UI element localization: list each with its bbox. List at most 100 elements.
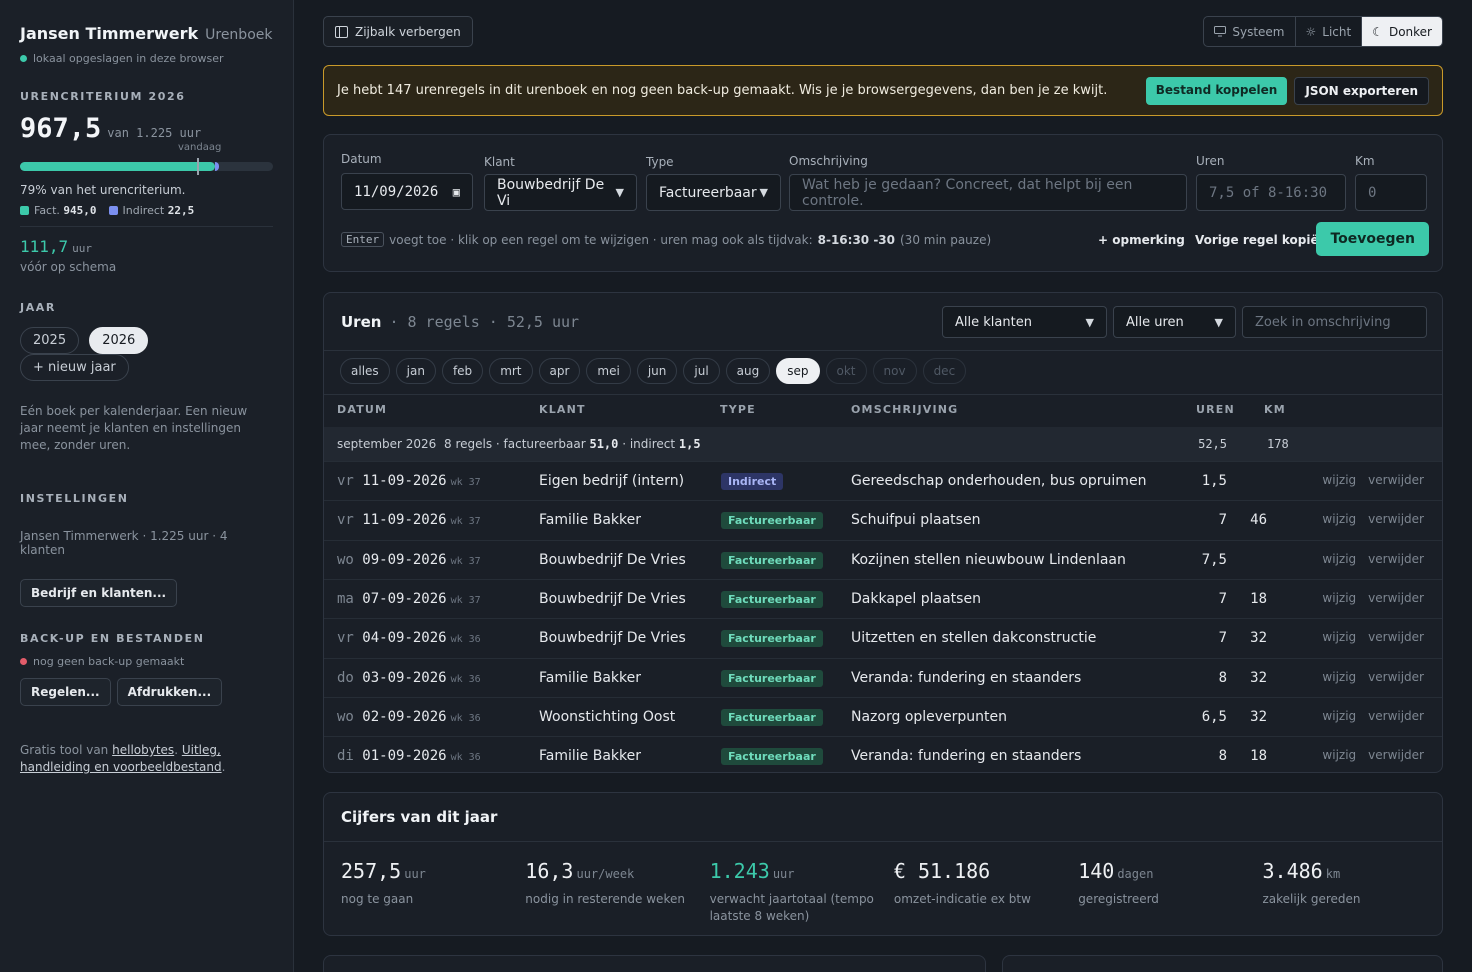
- table-row[interactable]: vr 11-09-2026 wk 37 Familie Bakker Facturee…: [324, 500, 1442, 539]
- table-row[interactable]: vr 11-09-2026 wk 37 Eigen bedrijf (intern)…: [324, 461, 1442, 500]
- row-date-value: 07-09-2026: [362, 590, 447, 607]
- row-date: vr 11-09-2026 wk 37: [337, 473, 481, 489]
- month-pill[interactable]: feb: [441, 358, 484, 384]
- description-input[interactable]: Wat heb je gedaan? Concreet, dat helpt b…: [789, 174, 1187, 211]
- chevron-down-icon: ▼: [1085, 315, 1094, 329]
- month-pill[interactable]: jun: [636, 358, 678, 384]
- row-date-value: 03-09-2026: [362, 669, 447, 686]
- row-date: wo 09-09-2026 wk 37: [337, 552, 481, 568]
- client-select[interactable]: Bouwbedrijf De Vi ▼: [484, 174, 637, 211]
- row-edit-link[interactable]: wijzig: [1322, 552, 1356, 566]
- row-hours: 7: [1218, 590, 1227, 607]
- month-pill[interactable]: sep: [776, 358, 820, 384]
- row-delete-link[interactable]: verwijder: [1368, 630, 1424, 644]
- row-edit-link[interactable]: wijzig: [1322, 709, 1356, 723]
- list-header: Uren · 8 regels · 52,5 uur: [341, 313, 579, 331]
- toggle-sidebar-button[interactable]: Zijbalk verbergen: [323, 16, 473, 47]
- row-delete-link[interactable]: verwijder: [1368, 748, 1424, 762]
- row-date-value: 04-09-2026: [362, 630, 447, 647]
- stat-value: 140: [1078, 859, 1115, 883]
- table-row[interactable]: vr 04-09-2026 wk 36 Bouwbedrijf De Vries Fa…: [324, 618, 1442, 657]
- row-weekday: ma: [337, 590, 354, 607]
- search-input[interactable]: Zoek in omschrijving: [1242, 306, 1427, 338]
- row-type-badge: Factureerbaar: [721, 669, 823, 687]
- hours-label: Uren: [1196, 154, 1225, 168]
- month-pill[interactable]: jan: [395, 358, 436, 384]
- year-selector: 2025 2026 + nieuw jaar: [20, 327, 273, 381]
- table-row[interactable]: wo 09-09-2026 wk 37 Bouwbedrijf De Vries Fa…: [324, 539, 1442, 579]
- theme-dark-button[interactable]: ☾ Donker: [1362, 17, 1442, 46]
- row-date-value: 01-09-2026: [362, 748, 447, 765]
- row-week: wk 36: [450, 673, 481, 685]
- row-hours: 8: [1218, 669, 1227, 686]
- monitor-icon: [1214, 26, 1227, 37]
- row-delete-link[interactable]: verwijder: [1368, 512, 1424, 526]
- km-input[interactable]: 0: [1355, 174, 1427, 211]
- theme-system-button[interactable]: Systeem: [1204, 17, 1296, 46]
- table-row[interactable]: do 03-09-2026 wk 36 Familie Bakker Facturee…: [324, 657, 1442, 697]
- row-weekday: do: [337, 669, 354, 686]
- month-pill[interactable]: alles: [340, 358, 390, 384]
- stat-description: omzet-indicatie ex btw: [893, 892, 1031, 906]
- month-pill[interactable]: mrt: [489, 358, 533, 384]
- date-field[interactable]: 11/09/2026 ▣: [341, 173, 473, 210]
- add-note-link[interactable]: + opmerking: [1098, 233, 1185, 247]
- row-delete-link[interactable]: verwijder: [1368, 670, 1424, 684]
- stats-title: Cijfers van dit jaar: [341, 808, 498, 826]
- row-client: Familie Bakker: [539, 669, 641, 686]
- hellobytes-link[interactable]: hellobytes: [112, 743, 174, 757]
- new-year-button[interactable]: + nieuw jaar: [20, 354, 129, 381]
- year-2025-button[interactable]: 2025: [20, 327, 80, 354]
- row-date: di 01-09-2026 wk 36: [337, 748, 481, 764]
- month-pill[interactable]: mei: [586, 358, 631, 384]
- add-button[interactable]: Toevoegen: [1316, 222, 1429, 256]
- schedule-status: 111,7 uur: [20, 237, 273, 256]
- row-description: Veranda: fundering en staanders: [851, 669, 1082, 686]
- row-edit-link[interactable]: wijzig: [1322, 591, 1356, 605]
- brand-subtitle: Urenboek: [205, 27, 273, 43]
- sidebar: Jansen Timmerwerk Urenboek lokaal opgesl…: [0, 0, 294, 972]
- row-delete-link[interactable]: verwijder: [1368, 591, 1424, 605]
- row-description: Schuifpui plaatsen: [851, 512, 981, 529]
- month-pill[interactable]: jul: [683, 358, 720, 384]
- hours-filter-select[interactable]: Alle uren ▼: [1113, 306, 1236, 338]
- row-client: Woonstichting Oost: [539, 708, 676, 725]
- month-pill: nov: [872, 358, 917, 384]
- company-clients-button[interactable]: Bedrijf en klanten...: [20, 579, 178, 607]
- backup-status-text: nog geen back-up gemaakt: [33, 655, 185, 668]
- banner-text: Je hebt 147 urenregels in dit urenboek e…: [337, 83, 1108, 98]
- row-delete-link[interactable]: verwijder: [1368, 709, 1424, 723]
- row-edit-link[interactable]: wijzig: [1322, 670, 1356, 684]
- row-date-value: 11-09-2026: [362, 473, 447, 489]
- row-edit-link[interactable]: wijzig: [1322, 512, 1356, 526]
- print-button[interactable]: Afdrukken...: [116, 678, 223, 706]
- export-json-button[interactable]: JSON exporteren: [1294, 76, 1429, 105]
- col-date: DATUM: [337, 403, 388, 416]
- link-file-button[interactable]: Bestand koppelen: [1145, 76, 1288, 105]
- divider: [20, 226, 273, 227]
- table-row[interactable]: wo 02-09-2026 wk 36 Woonstichting Oost Fact…: [324, 696, 1442, 736]
- type-select[interactable]: Factureerbaar ▼: [646, 174, 781, 211]
- table-row[interactable]: ma 07-09-2026 wk 37 Bouwbedrijf De Vries Fa…: [324, 578, 1442, 618]
- row-delete-link[interactable]: verwijder: [1368, 473, 1424, 487]
- group-month: september 2026: [337, 437, 437, 451]
- row-km: 32: [1250, 630, 1267, 647]
- row-km: 32: [1250, 708, 1267, 725]
- entry-form: Datum 11/09/2026 ▣ Klant Bouwbedrijf De …: [323, 134, 1443, 272]
- brand-name: Jansen Timmerwerk: [20, 24, 199, 43]
- month-pill[interactable]: aug: [725, 358, 771, 384]
- rules-button[interactable]: Regelen...: [20, 678, 111, 706]
- hours-input[interactable]: 7,5 of 8-16:30: [1196, 174, 1346, 211]
- client-filter-select[interactable]: Alle klanten ▼: [942, 306, 1107, 338]
- sidebar-icon: [335, 25, 348, 38]
- row-type-badge: Factureerbaar: [721, 708, 823, 726]
- row-edit-link[interactable]: wijzig: [1322, 473, 1356, 487]
- row-edit-link[interactable]: wijzig: [1322, 748, 1356, 762]
- theme-light-button[interactable]: ☼ Licht: [1296, 17, 1363, 46]
- table-row[interactable]: di 01-09-2026 wk 36 Familie Bakker Facturee…: [324, 736, 1442, 775]
- row-edit-link[interactable]: wijzig: [1322, 630, 1356, 644]
- row-delete-link[interactable]: verwijder: [1368, 552, 1424, 566]
- year-2026-button[interactable]: 2026: [89, 327, 149, 354]
- month-pill[interactable]: apr: [538, 358, 581, 384]
- year-stats: Cijfers van dit jaar 257,5 uur nog te gaan…: [323, 792, 1443, 936]
